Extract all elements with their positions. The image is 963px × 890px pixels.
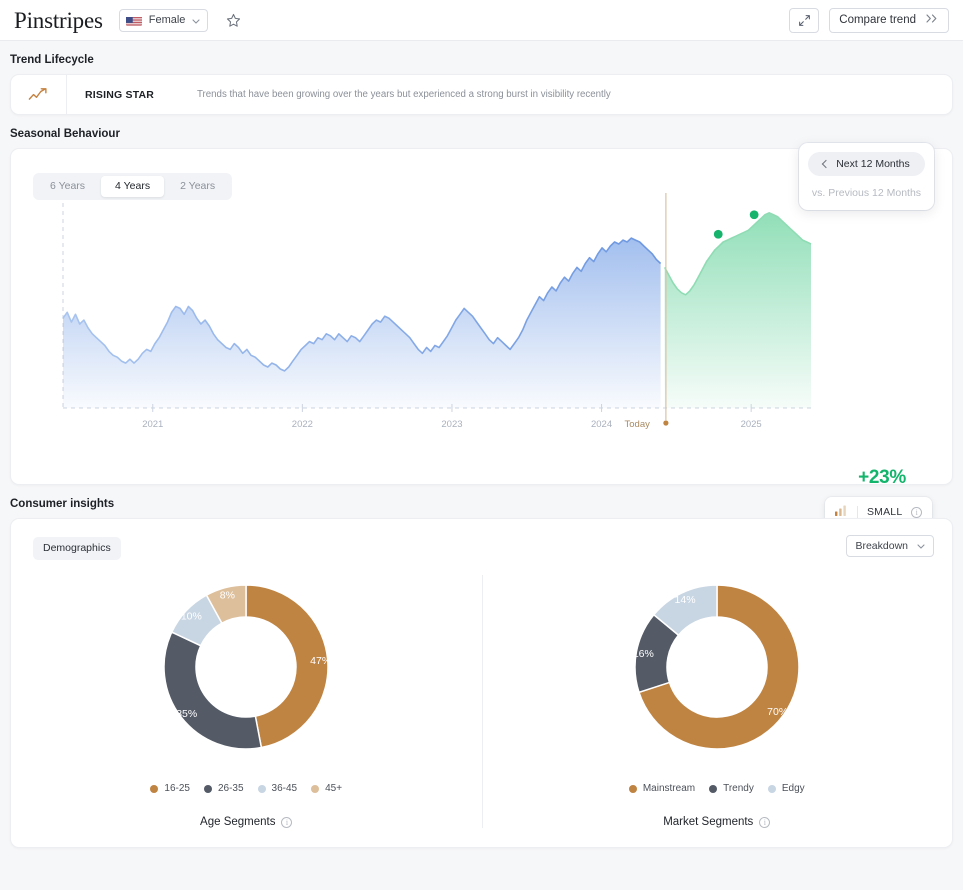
consumer-insights-card: Demographics Breakdown 47% 35% 10% 8% 16-25…	[10, 518, 953, 848]
age-segments-chart: 47% 35% 10% 8% 16-25 26-35 36-45 45+ Age Segme…	[11, 567, 482, 828]
market-segments-legend: Mainstream Trendy Edgy	[629, 783, 805, 794]
favorite-star-button[interactable]	[222, 9, 244, 31]
top-bar-actions: Compare trend	[789, 8, 949, 33]
pill-divider	[857, 506, 858, 519]
legend-label: 26-35	[218, 783, 244, 794]
legend-item[interactable]: Edgy	[768, 783, 805, 794]
market-segments-title-row: Market Segments i	[663, 816, 770, 828]
next-12-months-button[interactable]: Next 12 Months	[808, 152, 925, 176]
volume-size-label: SMALL	[867, 506, 902, 518]
legend-color-dot	[258, 785, 266, 793]
legend-label: Edgy	[782, 783, 805, 794]
app-brand: Pinstripes	[14, 9, 103, 32]
donut-slice-label: 14%	[674, 594, 695, 606]
growth-percentage: +23%	[858, 467, 906, 489]
legend-label: Mainstream	[643, 783, 695, 794]
compare-trend-button[interactable]: Compare trend	[829, 8, 949, 33]
donut-slice-label: 10%	[181, 611, 202, 623]
legend-item[interactable]: Mainstream	[629, 783, 695, 794]
donut-slice-label: 47%	[310, 655, 331, 667]
trend-lifecycle-title: Trend Lifecycle	[0, 41, 963, 74]
forecast-period-card: Next 12 Months vs. Previous 12 Months	[799, 143, 934, 210]
star-outline-icon	[225, 12, 242, 29]
age-segments-donut[interactable]: 47% 35% 10% 8%	[146, 567, 346, 767]
legend-item[interactable]: 36-45	[258, 783, 298, 794]
breakdown-select[interactable]: Breakdown	[846, 535, 934, 557]
legend-item[interactable]: 26-35	[204, 783, 244, 794]
forecast-period-label: Next 12 Months	[836, 158, 910, 170]
legend-label: 45+	[325, 783, 342, 794]
legend-color-dot	[204, 785, 212, 793]
top-bar: Pinstripes Female	[0, 0, 963, 41]
legend-label: 16-25	[164, 783, 190, 794]
legend-color-dot	[768, 785, 776, 793]
info-icon[interactable]: i	[911, 507, 922, 518]
donut-slice-label: 35%	[176, 708, 197, 720]
donut-charts-row: 47% 35% 10% 8% 16-25 26-35 36-45 45+ Age Segme…	[11, 567, 952, 828]
forecast-comparison-label: vs. Previous 12 Months	[808, 187, 925, 199]
legend-item[interactable]: 16-25	[150, 783, 190, 794]
legend-color-dot	[150, 785, 158, 793]
donut-slice-label: 16%	[633, 648, 654, 660]
expand-button[interactable]	[789, 8, 819, 33]
market-segments-chart: 70% 16% 14% Mainstream Trendy Edgy Market Se…	[482, 567, 953, 828]
svg-text:2023: 2023	[441, 419, 462, 430]
market-segments-donut[interactable]: 70% 16% 14%	[617, 567, 817, 767]
lifecycle-status: RISING STAR	[67, 89, 197, 101]
lifecycle-description: Trends that have been growing over the y…	[197, 89, 611, 100]
donut-slice-label: 70%	[767, 706, 788, 718]
compare-trend-label: Compare trend	[839, 14, 916, 26]
age-segments-title: Age Segments	[200, 816, 275, 828]
age-segments-title-row: Age Segments i	[200, 816, 292, 828]
legend-color-dot	[629, 785, 637, 793]
segment-label: Female	[149, 14, 186, 26]
donut-slice-label: 8%	[220, 589, 235, 601]
trending-up-icon	[11, 74, 67, 115]
info-icon[interactable]: i	[281, 817, 292, 828]
svg-text:2021: 2021	[142, 419, 163, 430]
double-chevron-right-icon	[926, 14, 939, 26]
segment-country-select[interactable]: Female	[119, 9, 209, 32]
seasonal-behaviour-card: 6 Years 4 Years 2 Years Today20212022202…	[10, 148, 953, 485]
trend-lifecycle-card: RISING STAR Trends that have been growin…	[10, 74, 953, 115]
legend-item[interactable]: Trendy	[709, 783, 754, 794]
tab-demographics[interactable]: Demographics	[33, 537, 121, 560]
svg-text:2024: 2024	[591, 419, 612, 430]
market-segments-title: Market Segments	[663, 816, 753, 828]
svg-text:2022: 2022	[292, 419, 313, 430]
age-segments-legend: 16-25 26-35 36-45 45+	[150, 783, 342, 794]
legend-color-dot	[311, 785, 319, 793]
breakdown-label: Breakdown	[855, 540, 908, 552]
us-flag-icon	[126, 15, 142, 26]
legend-label: Trendy	[723, 783, 754, 794]
legend-label: 36-45	[272, 783, 298, 794]
seasonal-area-chart[interactable]: Today 2021 2022 2023 2024 2025	[11, 193, 831, 443]
chevron-left-icon	[822, 160, 830, 168]
svg-text:2025: 2025	[741, 419, 762, 430]
legend-item[interactable]: 45+	[311, 783, 342, 794]
svg-text:Today: Today	[625, 419, 651, 430]
legend-color-dot	[709, 785, 717, 793]
info-icon[interactable]: i	[759, 817, 770, 828]
chevron-down-icon	[192, 11, 200, 29]
chevron-down-icon	[917, 540, 925, 552]
consumer-insights-title: Consumer insights	[0, 485, 963, 518]
expand-diagonal-icon	[798, 14, 811, 27]
